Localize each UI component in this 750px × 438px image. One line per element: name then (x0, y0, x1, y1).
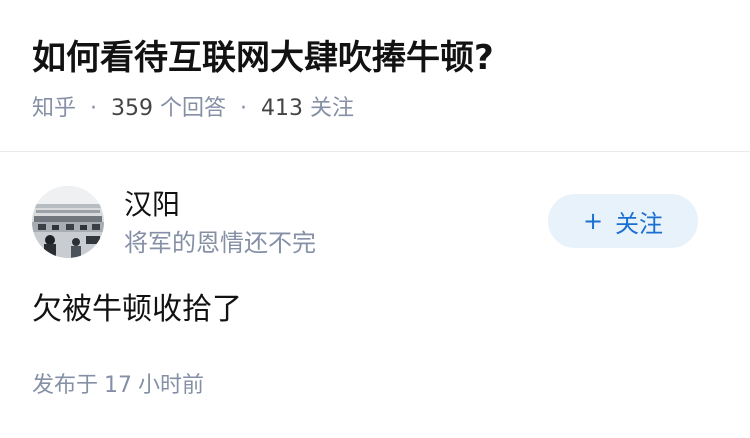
answer-card: 汉阳 将军的恩情还不完 + 关注 欠被牛顿收拾了 发布于 17 小时前 (0, 152, 750, 438)
office-photo-avatar-icon (32, 186, 104, 258)
author-name[interactable]: 汉阳 (124, 186, 180, 224)
question-meta: 知乎 · 359 个回答 · 413 关注 (32, 93, 354, 125)
question-title[interactable]: 如何看待互联网大肆吹捧牛顿? (32, 36, 494, 80)
author-bio: 将军的恩情还不完 (124, 229, 316, 257)
follow-button[interactable]: + 关注 (548, 194, 698, 248)
avatar[interactable] (32, 186, 104, 258)
follow-button-label: 关注 (615, 209, 664, 238)
answer-count-label[interactable]: 个回答 (160, 96, 226, 121)
follower-count: 413 (261, 96, 304, 121)
meta-separator-1: · (90, 96, 98, 121)
plus-icon: + (582, 207, 604, 235)
publish-suffix: 小时前 (138, 373, 205, 398)
publish-amount: 17 (104, 373, 133, 398)
follower-count-label: 关注 (310, 96, 355, 121)
meta-separator-2: · (240, 96, 248, 121)
answer-count: 359 (111, 96, 154, 121)
source-label[interactable]: 知乎 (32, 96, 76, 121)
question-header: 如何看待互联网大肆吹捧牛顿? 知乎 · 359 个回答 · 413 关注 (0, 0, 750, 152)
publish-prefix: 发布于 (32, 373, 99, 398)
answer-content[interactable]: 欠被牛顿收拾了 (32, 288, 242, 332)
publish-time: 发布于 17 小时前 (32, 370, 204, 402)
